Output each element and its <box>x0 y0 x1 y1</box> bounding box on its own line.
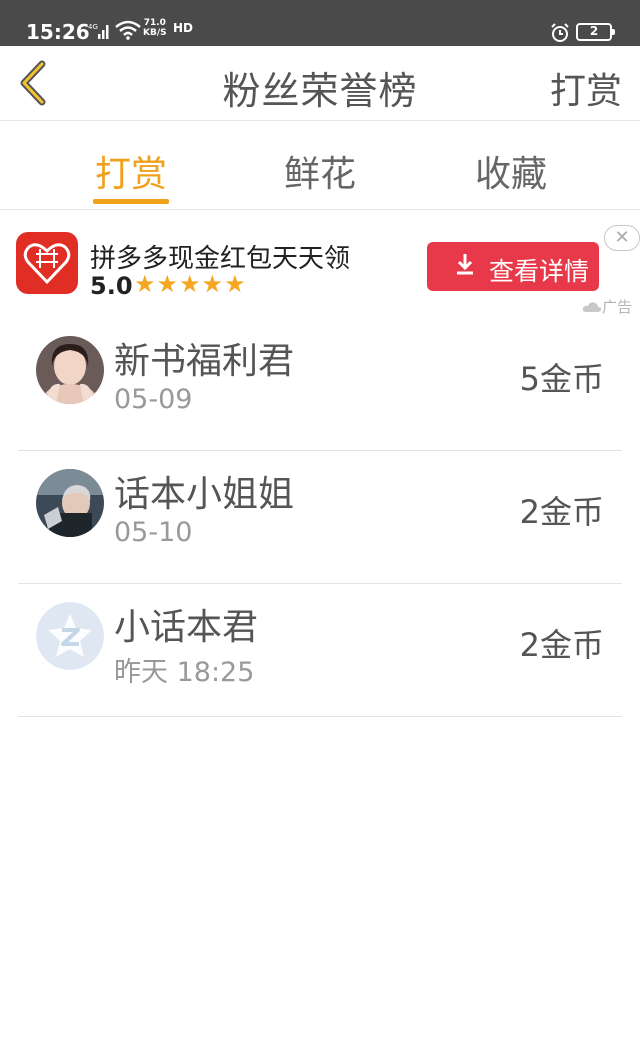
tab-indicator <box>93 199 169 204</box>
avatar <box>36 336 104 404</box>
list-item[interactable]: 新书福利君 05-09 5金币 <box>0 318 640 451</box>
alarm-icon <box>550 23 570 47</box>
status-bar: 15:26 4G 71.0 KB/S HD 2 <box>0 0 640 46</box>
page-title: 粉丝荣誉榜 <box>222 69 418 113</box>
hd-badge: HD <box>173 21 194 35</box>
fan-name: 新书福利君 <box>114 341 295 382</box>
nav-bar: 粉丝荣誉榜 打赏 <box>0 46 640 121</box>
list-item[interactable]: 话本小姐姐 05-10 2金币 <box>0 451 640 584</box>
ad-close-button[interactable]: ✕ <box>604 225 640 251</box>
fan-amount: 5金币 <box>519 360 604 398</box>
download-icon <box>455 252 475 282</box>
divider <box>18 716 622 717</box>
rating-stars-icon: ★★★★★ <box>134 270 247 298</box>
view-details-button[interactable]: 查看详情 <box>427 242 599 291</box>
network-speed: 71.0 KB/S <box>143 18 167 38</box>
fan-date: 05-09 <box>114 384 193 415</box>
default-avatar-icon <box>36 602 104 670</box>
ad-banner[interactable]: 拼多多现金红包天天领 5.0 ★★★★★ 查看详情 ✕ 广告 <box>0 210 640 318</box>
battery-icon: 2 <box>576 23 615 41</box>
reward-button[interactable]: 打赏 <box>550 62 622 114</box>
fan-amount: 2金币 <box>519 493 604 531</box>
signal-icon: 4G <box>88 22 110 44</box>
ad-tag-label: 广告 <box>602 298 633 316</box>
tab-favorites[interactable]: 收藏 <box>451 145 571 197</box>
fan-amount: 2金币 <box>519 626 604 664</box>
battery-level: 2 <box>589 24 599 38</box>
network-label: 4G <box>88 23 98 31</box>
tab-flowers[interactable]: 鲜花 <box>260 145 380 197</box>
tab-bar: 打赏 鲜花 收藏 <box>0 121 640 210</box>
cloud-icon <box>582 302 602 312</box>
list-item[interactable]: 小话本君 昨天 18:25 2金币 <box>0 584 640 717</box>
app-logo <box>16 232 78 294</box>
view-details-label: 查看详情 <box>489 257 590 286</box>
fan-name: 小话本君 <box>114 607 259 648</box>
fan-date: 05-10 <box>114 517 193 548</box>
status-time: 15:26 <box>26 20 90 44</box>
avatar <box>36 469 104 537</box>
ad-tag: 广告 <box>582 296 632 317</box>
fan-name: 话本小姐姐 <box>114 474 295 515</box>
tab-reward[interactable]: 打赏 <box>71 145 191 197</box>
wifi-icon <box>115 20 141 44</box>
fan-date: 昨天 18:25 <box>114 657 255 688</box>
ad-rating: 5.0 <box>90 272 133 300</box>
